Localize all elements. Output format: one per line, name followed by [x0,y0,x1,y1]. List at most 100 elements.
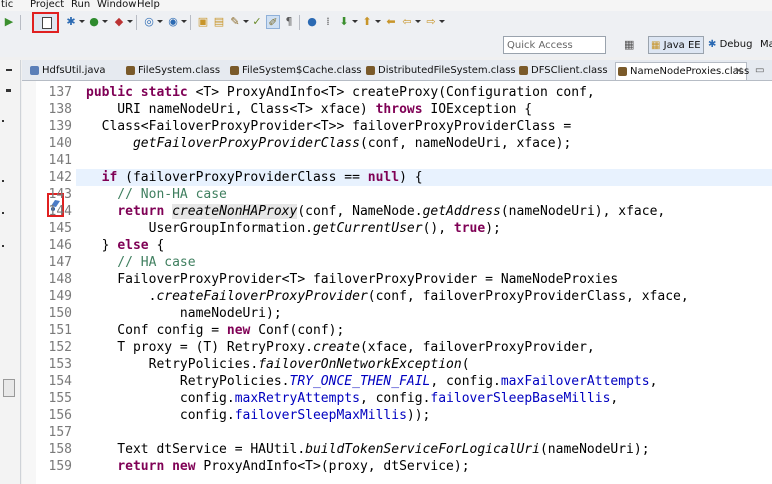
code-token-method: getFailoverProxyProviderClass [132,136,360,151]
chevron-down-icon[interactable] [352,20,358,23]
tab-namenodeproxies[interactable]: NameNodeProxies.class ✕ [615,62,749,81]
chevron-down-icon[interactable] [127,20,133,23]
tree-line-marker [2,180,4,182]
toggle-mark-occurrences-icon[interactable]: ✐ [266,15,280,29]
code-line[interactable]: FailoverProxyProvider<T> failoverProxyPr… [86,271,618,288]
line-number: 156 [48,408,72,423]
class-file-icon [366,66,375,75]
perspective-more[interactable]: Ma [760,36,772,54]
last-edit-icon[interactable]: ⬅ [384,15,398,29]
tab-distributedfilesystem[interactable]: DistributedFileSystem.class [364,62,516,80]
code-line[interactable]: public static <T> ProxyAndInfo<T> create… [86,84,595,101]
code-line[interactable]: } else { [86,237,165,254]
open-perspective-icon[interactable]: ▦ [624,36,638,54]
code-token: IOException { [422,102,533,117]
search-icon[interactable]: ✎ [228,15,242,29]
code-line[interactable]: return new ProxyAndInfo<T>(proxy, dtServ… [86,458,469,475]
minimize-icon[interactable] [6,69,12,71]
code-line[interactable]: RetryPolicies.TRY_ONCE_THEN_FAIL, config… [86,373,657,390]
chevron-down-icon[interactable] [243,20,249,23]
menu-help[interactable]: Help [137,0,160,10]
menu-bar: tic Project Run Window Help [0,0,772,11]
run-icon[interactable]: ▶ [2,15,16,29]
next-annotation-icon[interactable]: ⬇ [337,15,351,29]
perspective-java-ee[interactable]: ▦ Java EE [648,36,704,54]
tab-label: HdfsUtil.java [42,65,106,76]
open-type-icon[interactable]: ▣ [196,15,210,29]
show-whitespace-icon[interactable]: ⁞ [321,15,335,29]
line-number: 147 [48,255,72,270]
chevron-down-icon[interactable] [415,20,421,23]
quick-access-input[interactable]: Quick Access [503,36,606,54]
line-number: 146 [48,238,72,253]
web-browser-icon[interactable]: ◉ [166,15,180,29]
code-line[interactable]: T proxy = (T) RetryProxy.create(xface, f… [86,339,594,356]
minimize-editor-icon[interactable]: ▭ [752,62,770,80]
code-line[interactable]: nameNodeUri); [86,305,282,322]
tab-filesystem[interactable]: FileSystem.class [124,62,222,80]
external-tools-icon[interactable]: ◆ [112,15,126,29]
close-icon[interactable]: ✕ [735,63,743,81]
code-line[interactable]: return createNonHAProxy(conf, NameNode.g… [86,203,665,220]
code-line[interactable]: config.failoverSleepMaxMillis)); [86,407,430,424]
annotation-icon[interactable]: ✓ [250,15,264,29]
tab-hdfsutil[interactable]: HdfsUtil.java [28,62,116,80]
open-task-icon[interactable]: ▤ [212,15,226,29]
chevron-down-icon[interactable] [102,20,108,23]
menu-run[interactable]: Run [71,0,90,10]
line-number: 138 [48,102,72,117]
code-token: ); [485,221,501,236]
code-token: RetryPolicies. [86,374,290,389]
scrollbar-thumb[interactable] [3,379,15,397]
new-server-icon[interactable]: ◎ [142,15,156,29]
chevron-down-icon[interactable] [181,20,187,23]
code-line[interactable]: config.maxRetryAttempts, config.failover… [86,390,618,407]
menu-project[interactable]: Project [30,0,64,10]
line-number: 145 [48,221,72,236]
tab-filesystem-cache[interactable]: FileSystem$Cache.class [228,62,362,80]
code-token-keyword: throws [375,102,423,117]
code-token: T proxy = (T) RetryProxy. [86,340,313,355]
code-comment[interactable]: // HA case [86,254,195,271]
perspective-debug[interactable]: ✱ Debug [708,36,752,54]
code-line[interactable]: Class<FailoverProxyProvider<T>> failover… [86,118,572,135]
code-line[interactable]: URI nameNodeUri, Class<T> xface) throws … [86,101,532,118]
class-file-icon [618,67,627,76]
code-token-field: failoverSleepMaxMillis [234,408,407,423]
code-token-keyword: return [117,459,165,474]
code-line[interactable]: .createFailoverProxyProvider(conf, failo… [86,288,689,305]
code-line[interactable]: UserGroupInformation.getCurrentUser(), t… [86,220,501,237]
forward-icon[interactable]: ⇨ [424,15,438,29]
chevron-down-icon[interactable] [79,20,85,23]
menu-item-partial[interactable]: tic [1,0,13,10]
code-line[interactable]: Text dtService = HAUtil.buildTokenServic… [86,441,649,458]
code-token-field: failoverSleepBaseMillis [430,391,611,406]
code-line[interactable]: Conf config = new Conf(conf); [86,322,344,339]
debug-icon[interactable]: ✱ [64,15,78,29]
chevron-down-icon[interactable] [157,20,163,23]
chevron-down-icon[interactable] [6,89,11,92]
code-token: <T> ProxyAndInfo<T> createProxy(Configur… [195,85,595,100]
code-token-keyword: else [117,238,149,253]
code-editor[interactable]: 137 138 139 140 141 142 143 144 145 146 … [22,81,772,484]
chevron-down-icon[interactable] [439,20,445,23]
menu-window[interactable]: Window [97,0,136,10]
code-token: Text dtService = HAUtil. [86,442,306,457]
code-token: UserGroupInformation. [86,221,313,236]
code-line[interactable]: if (failoverProxyProviderClass == null) … [86,169,423,186]
chevron-down-icon[interactable] [375,20,381,23]
code-line[interactable]: getFailoverProxyProviderClass(conf, name… [86,135,571,152]
globe-icon[interactable]: ● [305,15,319,29]
code-comment[interactable]: // Non-HA case [86,186,227,203]
code-token: (), [422,221,454,236]
previous-annotation-icon[interactable]: ⬆ [360,15,374,29]
code-token-method-occurrence: createNonHAProxy [172,204,298,219]
back-icon[interactable]: ⇦ [400,15,414,29]
line-number: 143 [48,187,72,202]
toggle-breakpoint-button[interactable] [32,12,59,33]
run-icon[interactable]: ● [87,15,101,29]
code-line[interactable]: RetryPolicies.failoverOnNetworkException… [86,356,470,373]
tab-dfsclient[interactable]: DFSClient.class [517,62,615,80]
block-selection-icon[interactable]: ¶ [282,15,296,29]
perspective-bar: Quick Access ▦ ▦ Java EE ✱ Debug Ma [0,35,772,57]
